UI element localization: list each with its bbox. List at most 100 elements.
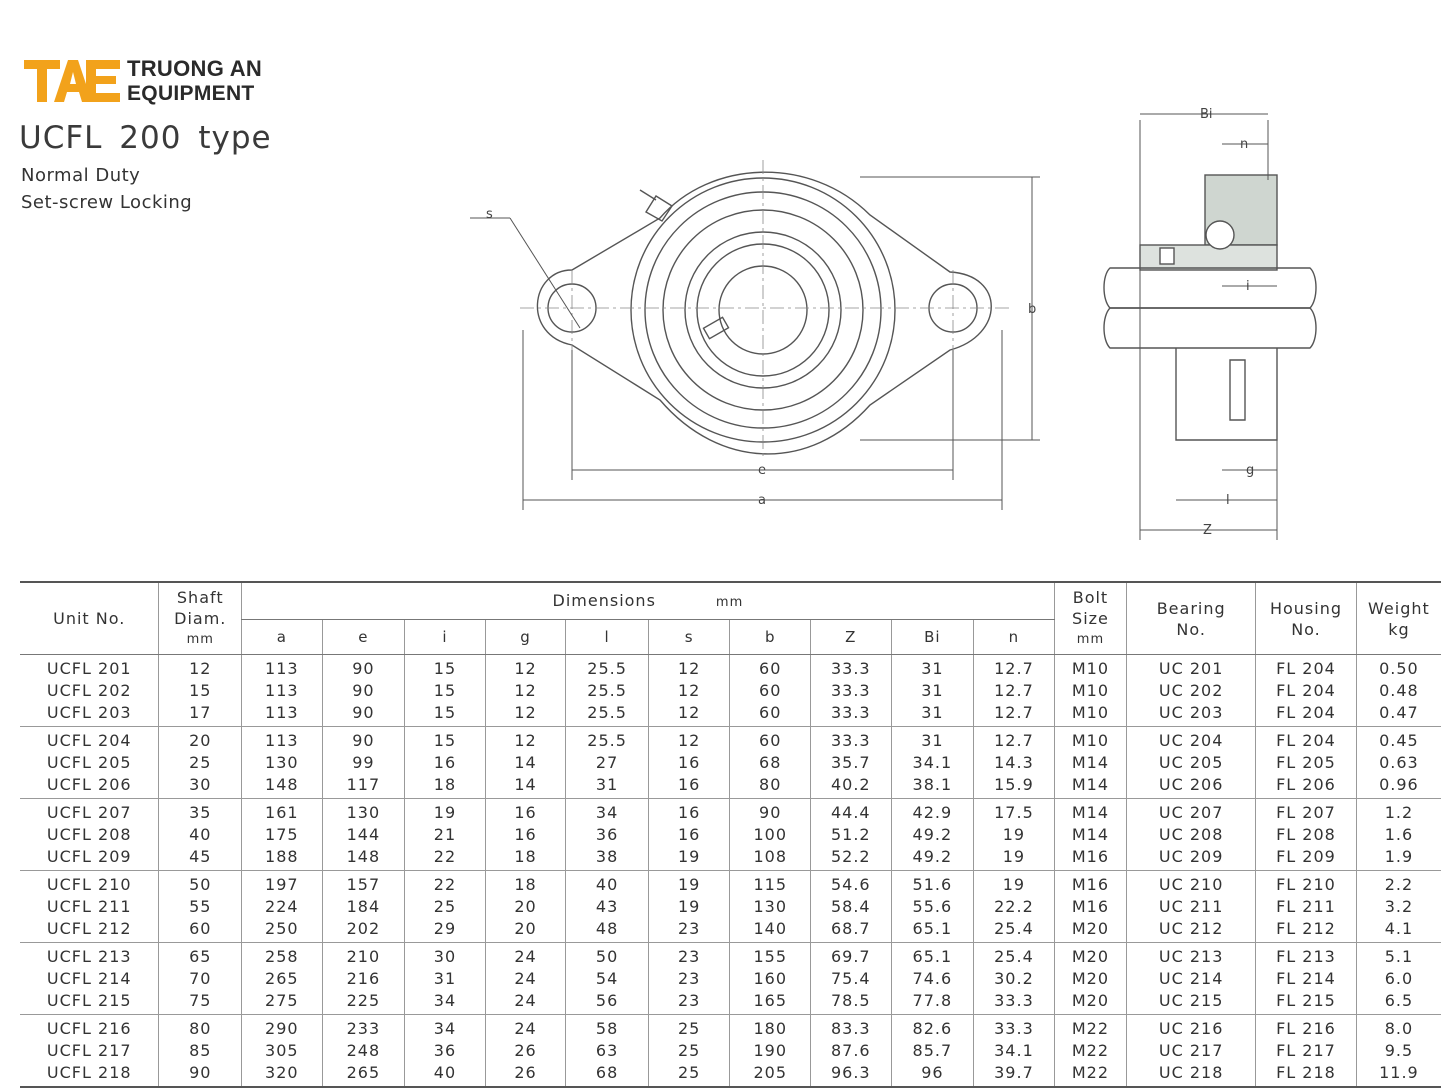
- table-cell-s: 12 16 16: [647, 726, 730, 799]
- table-value: 35: [189, 802, 212, 822]
- table-value: 56: [595, 990, 619, 1010]
- table-value: 55: [189, 896, 212, 916]
- table-cell-bearing: UC 207 UC 208 UC 209: [1126, 798, 1256, 871]
- table-value: 12: [514, 680, 537, 700]
- table-value: 65: [189, 946, 212, 966]
- table-value: M10: [1071, 730, 1110, 750]
- table-value: 78.5: [830, 990, 871, 1010]
- table-value: FL 209: [1276, 846, 1336, 866]
- table-value: 40: [433, 1062, 457, 1082]
- table-value: 4.1: [1384, 918, 1414, 938]
- table-cell-housing: FL 204 FL 205 FL 206: [1255, 726, 1357, 799]
- table-cell-shaft: 20 25 30: [158, 726, 242, 799]
- brand-name-line1: TRUONG AN: [127, 56, 263, 81]
- table-value: 68.7: [830, 918, 871, 938]
- table-cell-g: 12 14 14: [484, 726, 566, 799]
- table-row-group: UCFL 201 UCFL 202 UCFL 203 12 15 17 113 113 113 9…: [20, 654, 1441, 727]
- table-cell-n: 33.3 34.1 39.7: [973, 1014, 1055, 1088]
- table-value: 9.5: [1384, 1040, 1414, 1060]
- table-value: 69.7: [830, 946, 871, 966]
- table-cell-weight: 2.2 3.2 4.1: [1355, 870, 1441, 943]
- table-value: UC 203: [1158, 702, 1224, 722]
- table-value: 99: [352, 752, 375, 772]
- table-value: 0.96: [1379, 774, 1419, 794]
- table-cell-s: 16 16 19: [647, 798, 730, 871]
- table-value: 25.4: [994, 946, 1034, 966]
- table-value: 19: [677, 846, 701, 866]
- table-value: 16: [677, 752, 701, 772]
- table-value: 12: [677, 702, 701, 722]
- table-cell-bearing: UC 213 UC 214 UC 215: [1126, 942, 1256, 1015]
- table-value: 87.6: [830, 1040, 871, 1060]
- table-value: 54: [595, 968, 619, 988]
- table-cell-n: 19 22.2 25.4: [973, 870, 1055, 943]
- table-value: 49.2: [912, 846, 953, 866]
- table-cell-housing: FL 207 FL 208 FL 209: [1255, 798, 1357, 871]
- table-value: 25: [677, 1018, 701, 1038]
- table-value: 58: [595, 1018, 619, 1038]
- table-value: 38: [595, 846, 619, 866]
- table-value: UCFL 206: [46, 774, 132, 794]
- table-cell-weight: 1.2 1.6 1.9: [1355, 798, 1441, 871]
- table-value: 130: [265, 752, 299, 772]
- table-cell-a: 290 305 320: [241, 1014, 323, 1088]
- table-value: 19: [1002, 846, 1026, 866]
- table-value: 43: [595, 896, 619, 916]
- table-value: UCFL 209: [46, 846, 132, 866]
- table-cell-z: 33.3 35.7 40.2: [810, 726, 892, 799]
- table-value: 40.2: [830, 774, 871, 794]
- table-value: M20: [1071, 990, 1110, 1010]
- table-value: 23: [677, 990, 701, 1010]
- table-value: UCFL 217: [46, 1040, 132, 1060]
- table-cell-i: 34 36 40: [404, 1014, 486, 1088]
- table-value: FL 212: [1276, 918, 1336, 938]
- table-value: M10: [1071, 658, 1110, 678]
- table-value: 15.9: [994, 774, 1034, 794]
- shaft-bottom: [1103, 307, 1317, 349]
- table-cell-l: 34 36 38: [565, 798, 649, 871]
- table-value: 184: [346, 896, 381, 916]
- table-value: M22: [1071, 1018, 1110, 1038]
- table-value: 31: [595, 774, 619, 794]
- table-value: M22: [1071, 1040, 1110, 1060]
- header-col-i: i: [404, 619, 486, 655]
- table-cell-bolt: M10 M10 M10: [1053, 654, 1127, 727]
- table-value: 68: [595, 1062, 619, 1082]
- table-value: UCFL 216: [46, 1018, 132, 1038]
- table-value: 34.1: [994, 1040, 1034, 1060]
- label-b: b: [1028, 302, 1036, 317]
- table-value: 25.5: [587, 658, 627, 678]
- table-value: M14: [1071, 824, 1110, 844]
- table-value: UC 211: [1158, 896, 1224, 916]
- label-i: i: [1246, 279, 1250, 294]
- table-value: 15: [189, 680, 212, 700]
- subtitle-duty: Normal Duty: [21, 165, 141, 186]
- table-cell-l: 25.5 25.5 25.5: [565, 654, 649, 727]
- table-cell-i: 22 25 29: [404, 870, 486, 943]
- table-value: 50: [595, 946, 619, 966]
- table-value: 19: [677, 896, 701, 916]
- table-cell-n: 25.4 30.2 33.3: [973, 942, 1055, 1015]
- table-value: 6.0: [1384, 968, 1414, 988]
- table-value: 75.4: [830, 968, 871, 988]
- table-value: 82.6: [912, 1018, 953, 1038]
- table-value: M20: [1071, 946, 1110, 966]
- table-value: 49.2: [912, 824, 953, 844]
- table-value: FL 206: [1276, 774, 1336, 794]
- table-value: 205: [753, 1062, 787, 1082]
- table-value: 180: [753, 1018, 787, 1038]
- table-cell-bi: 82.6 85.7 96: [890, 1014, 974, 1088]
- table-value: 30: [433, 946, 457, 966]
- table-value: 58.4: [830, 896, 871, 916]
- table-value: 305: [265, 1040, 299, 1060]
- table-value: 0.48: [1379, 680, 1419, 700]
- table-value: 22: [433, 874, 457, 894]
- table-value: 24: [514, 990, 537, 1010]
- table-value: 155: [753, 946, 787, 966]
- table-value: UCFL 205: [46, 752, 132, 772]
- table-value: 60: [759, 730, 782, 750]
- table-cell-weight: 5.1 6.0 6.5: [1355, 942, 1441, 1015]
- table-value: FL 204: [1276, 730, 1336, 750]
- table-cell-bolt: M20 M20 M20: [1053, 942, 1127, 1015]
- table-value: 1.6: [1384, 824, 1414, 844]
